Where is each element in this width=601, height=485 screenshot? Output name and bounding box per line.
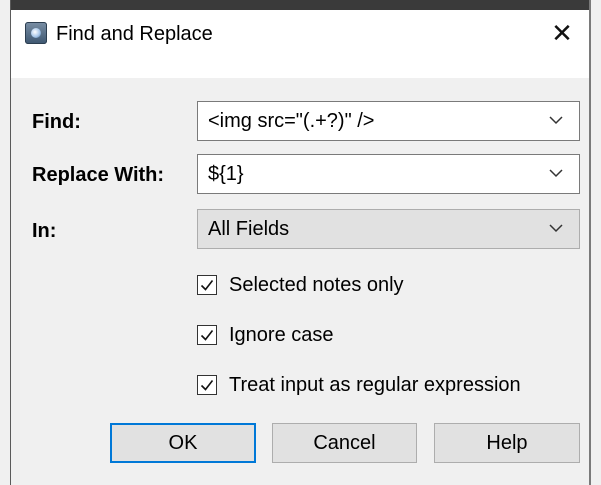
checkmark-icon bbox=[200, 380, 214, 391]
dialog-title: Find and Replace bbox=[56, 23, 213, 45]
replace-combobox[interactable]: ${1} bbox=[197, 154, 580, 194]
checkbox-selected-notes-only[interactable] bbox=[197, 275, 217, 295]
ok-button[interactable]: OK bbox=[110, 423, 256, 463]
replace-input[interactable]: ${1} bbox=[208, 162, 244, 186]
cancel-button[interactable]: Cancel bbox=[272, 423, 417, 463]
option-label: Selected notes only bbox=[229, 274, 404, 296]
option-label: Treat input as regular expression bbox=[229, 374, 521, 396]
checkbox-regular-expression[interactable] bbox=[197, 375, 217, 395]
find-input[interactable]: <img src="(.+?)" /> bbox=[208, 109, 374, 133]
window-right-edge bbox=[589, 0, 591, 485]
checkmark-icon bbox=[200, 280, 214, 291]
chevron-down-icon[interactable] bbox=[547, 219, 565, 237]
find-combobox[interactable]: <img src="(.+?)" /> bbox=[197, 101, 580, 141]
close-button[interactable]: ✕ bbox=[540, 16, 584, 50]
chevron-down-icon[interactable] bbox=[547, 111, 565, 129]
close-icon: ✕ bbox=[551, 18, 573, 48]
checkbox-ignore-case[interactable] bbox=[197, 325, 217, 345]
option-selected-notes-only[interactable]: Selected notes only bbox=[197, 272, 404, 298]
app-icon bbox=[25, 22, 47, 44]
chevron-down-icon[interactable] bbox=[547, 164, 565, 182]
checkmark-icon bbox=[200, 330, 214, 341]
help-button[interactable]: Help bbox=[434, 423, 580, 463]
window-top-edge bbox=[10, 0, 591, 10]
find-replace-dialog: Find and Replace ✕ Find: <img src="(.+?)… bbox=[0, 0, 601, 485]
in-select-value: All Fields bbox=[208, 218, 290, 240]
replace-label: Replace With: bbox=[32, 164, 165, 186]
find-label: Find: bbox=[32, 111, 81, 133]
in-select[interactable]: All Fields bbox=[197, 209, 580, 249]
option-regular-expression[interactable]: Treat input as regular expression bbox=[197, 372, 521, 398]
in-label: In: bbox=[32, 220, 57, 242]
option-label: Ignore case bbox=[229, 324, 334, 346]
option-ignore-case[interactable]: Ignore case bbox=[197, 322, 334, 348]
